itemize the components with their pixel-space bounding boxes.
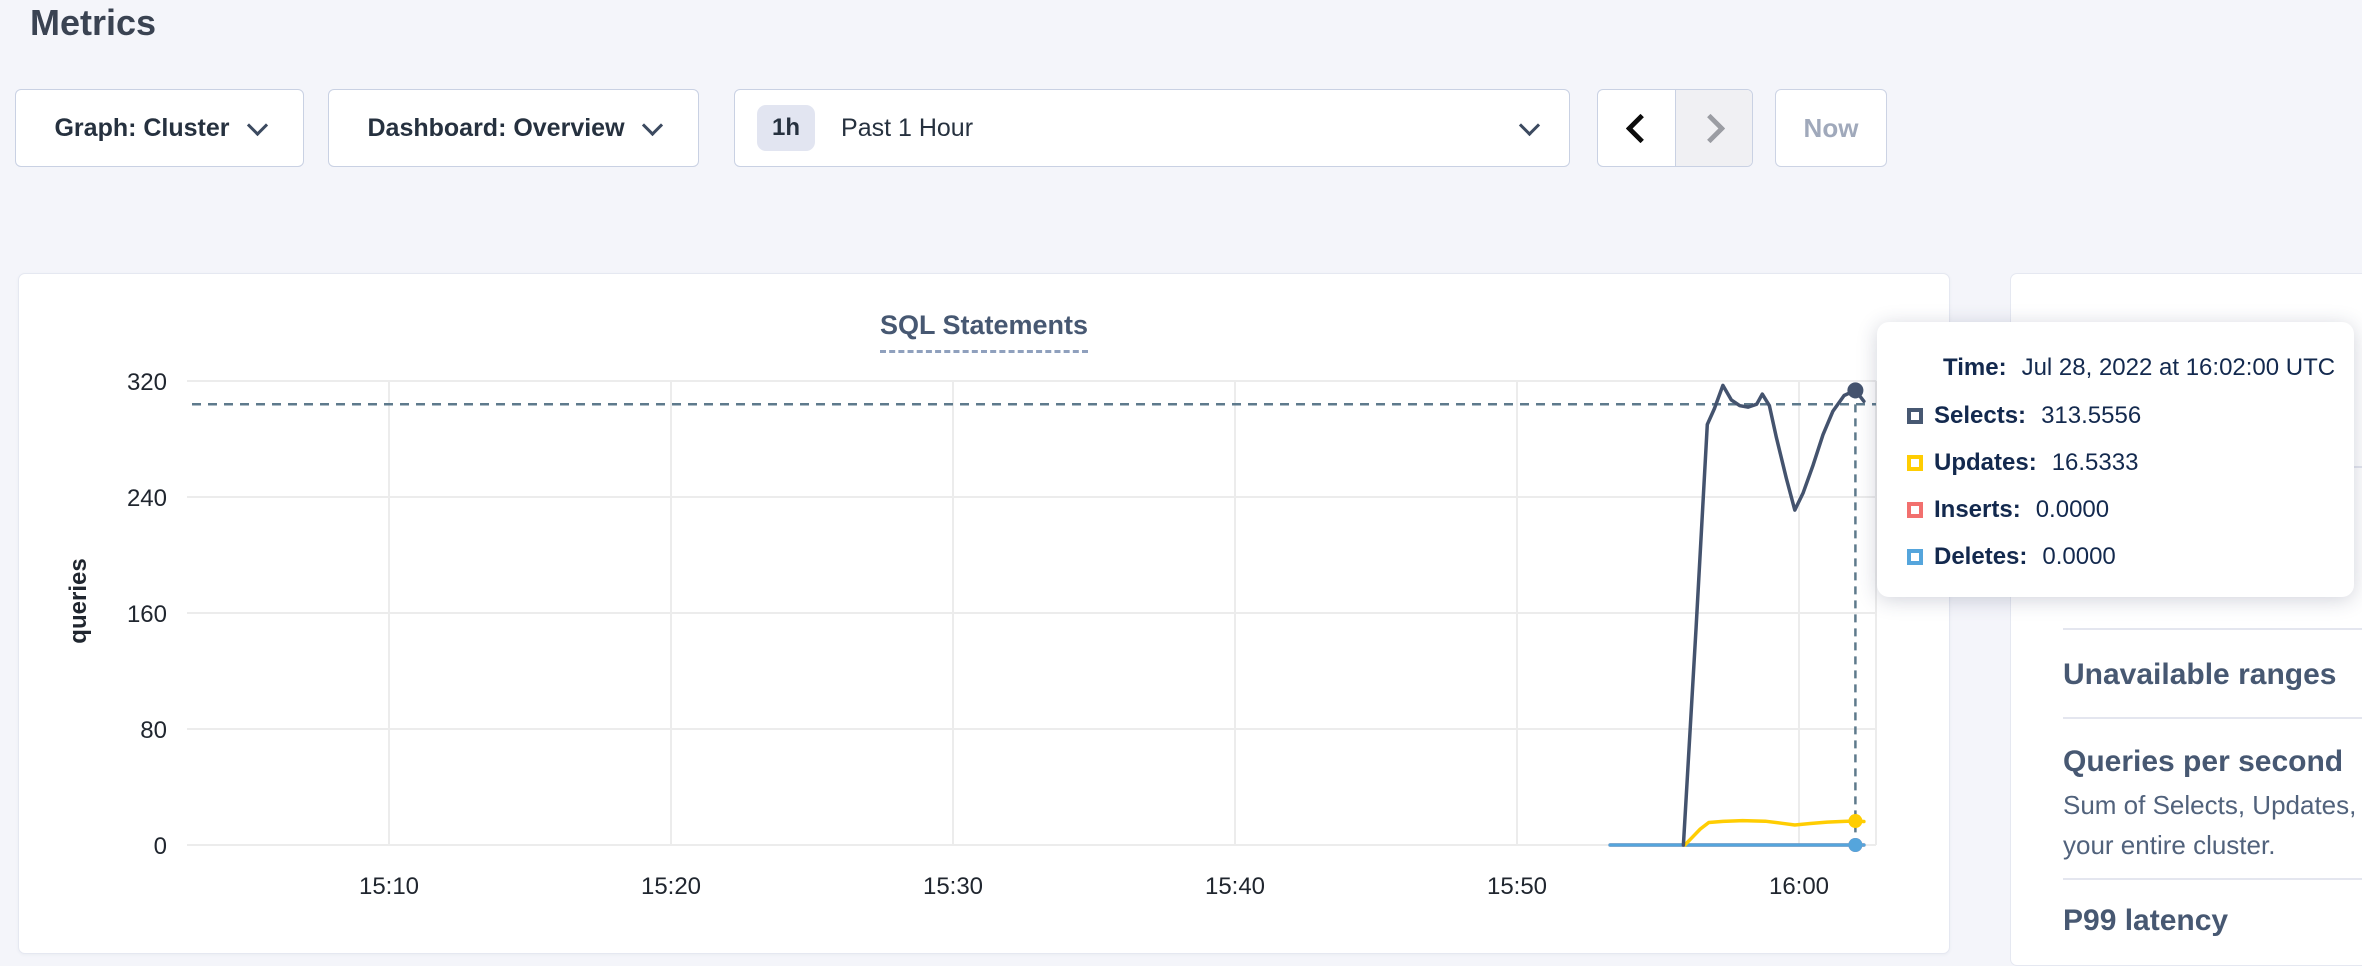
- sidebar-item-queries-per-second: Queries per second: [2063, 745, 2343, 779]
- svg-text:15:10: 15:10: [359, 873, 419, 900]
- tooltip-selects-value: 313.5556: [2041, 402, 2141, 430]
- tooltip-updates-label: Updates:: [1934, 449, 2037, 477]
- chevron-down-icon: [1519, 114, 1540, 135]
- svg-text:15:20: 15:20: [641, 873, 701, 900]
- graph-dropdown-label: Graph: Cluster: [54, 114, 229, 143]
- chevron-left-icon: [1626, 113, 1656, 143]
- time-range-selector[interactable]: 1h Past 1 Hour: [734, 89, 1570, 167]
- inserts-swatch-icon: [1907, 502, 1923, 518]
- selects-swatch-icon: [1907, 408, 1923, 424]
- tooltip-time-label: Time:: [1943, 354, 2007, 382]
- sidebar-item-unavailable-ranges: Unavailable ranges: [2063, 658, 2336, 692]
- tooltip-inserts-label: Inserts:: [1934, 496, 2021, 524]
- sql-statements-chart-card: SQL Statements queries 32024016080015:10…: [18, 273, 1950, 954]
- chevron-down-icon: [246, 114, 267, 135]
- updates-swatch-icon: [1907, 455, 1923, 471]
- tooltip-deletes-label: Deletes:: [1934, 543, 2027, 571]
- sidebar-item-description-line2: your entire cluster.: [2063, 825, 2275, 865]
- sidebar-item-p99-latency: P99 latency: [2063, 904, 2228, 938]
- svg-text:0: 0: [154, 833, 167, 860]
- svg-text:160: 160: [127, 601, 167, 628]
- svg-text:15:50: 15:50: [1487, 873, 1547, 900]
- page-title: Metrics: [30, 2, 156, 44]
- sidebar-divider: [2063, 628, 2362, 630]
- tooltip-deletes-row: Deletes: 0.0000: [1907, 533, 2354, 580]
- svg-text:80: 80: [140, 717, 167, 744]
- svg-text:15:30: 15:30: [923, 873, 983, 900]
- svg-text:15:40: 15:40: [1205, 873, 1265, 900]
- tooltip-time-row: Time: Jul 28, 2022 at 16:02:00 UTC: [1907, 344, 2354, 391]
- time-range-label: Past 1 Hour: [841, 114, 973, 143]
- tooltip-deletes-value: 0.0000: [2042, 543, 2115, 571]
- now-button-label: Now: [1804, 113, 1859, 144]
- tooltip-inserts-row: Inserts: 0.0000: [1907, 486, 2354, 533]
- chart-hover-tooltip: Time: Jul 28, 2022 at 16:02:00 UTC Selec…: [1877, 322, 2354, 597]
- svg-text:16:00: 16:00: [1769, 873, 1829, 900]
- prev-time-button[interactable]: [1598, 90, 1675, 166]
- dashboard-dropdown[interactable]: Dashboard: Overview: [328, 89, 699, 167]
- svg-text:240: 240: [127, 485, 167, 512]
- sidebar-divider: [2063, 717, 2362, 719]
- sidebar-divider: [2063, 878, 2362, 880]
- chevron-down-icon: [641, 114, 662, 135]
- tooltip-selects-row: Selects: 313.5556: [1907, 392, 2354, 439]
- deletes-swatch-icon: [1907, 549, 1923, 565]
- tooltip-selects-label: Selects:: [1934, 402, 2026, 430]
- time-range-badge: 1h: [757, 105, 815, 151]
- tooltip-inserts-value: 0.0000: [2036, 496, 2109, 524]
- graph-dropdown[interactable]: Graph: Cluster: [15, 89, 304, 167]
- tooltip-updates-row: Updates: 16.5333: [1907, 439, 2354, 486]
- svg-text:320: 320: [127, 369, 167, 396]
- time-step-button-group: [1597, 89, 1753, 167]
- tooltip-updates-value: 16.5333: [2052, 449, 2139, 477]
- now-button[interactable]: Now: [1775, 89, 1887, 167]
- chevron-right-icon: [1695, 113, 1725, 143]
- sidebar-item-description-line1: Sum of Selects, Updates, Inser: [2063, 785, 2362, 825]
- tooltip-time-value: Jul 28, 2022 at 16:02:00 UTC: [2022, 354, 2336, 382]
- dashboard-dropdown-label: Dashboard: Overview: [367, 114, 624, 143]
- chart-plot-area[interactable]: 320 240 160 80 0 15:10 15:20 15:30 15:40 15:50 16:…: [19, 274, 1951, 955]
- next-time-button[interactable]: [1675, 90, 1752, 166]
